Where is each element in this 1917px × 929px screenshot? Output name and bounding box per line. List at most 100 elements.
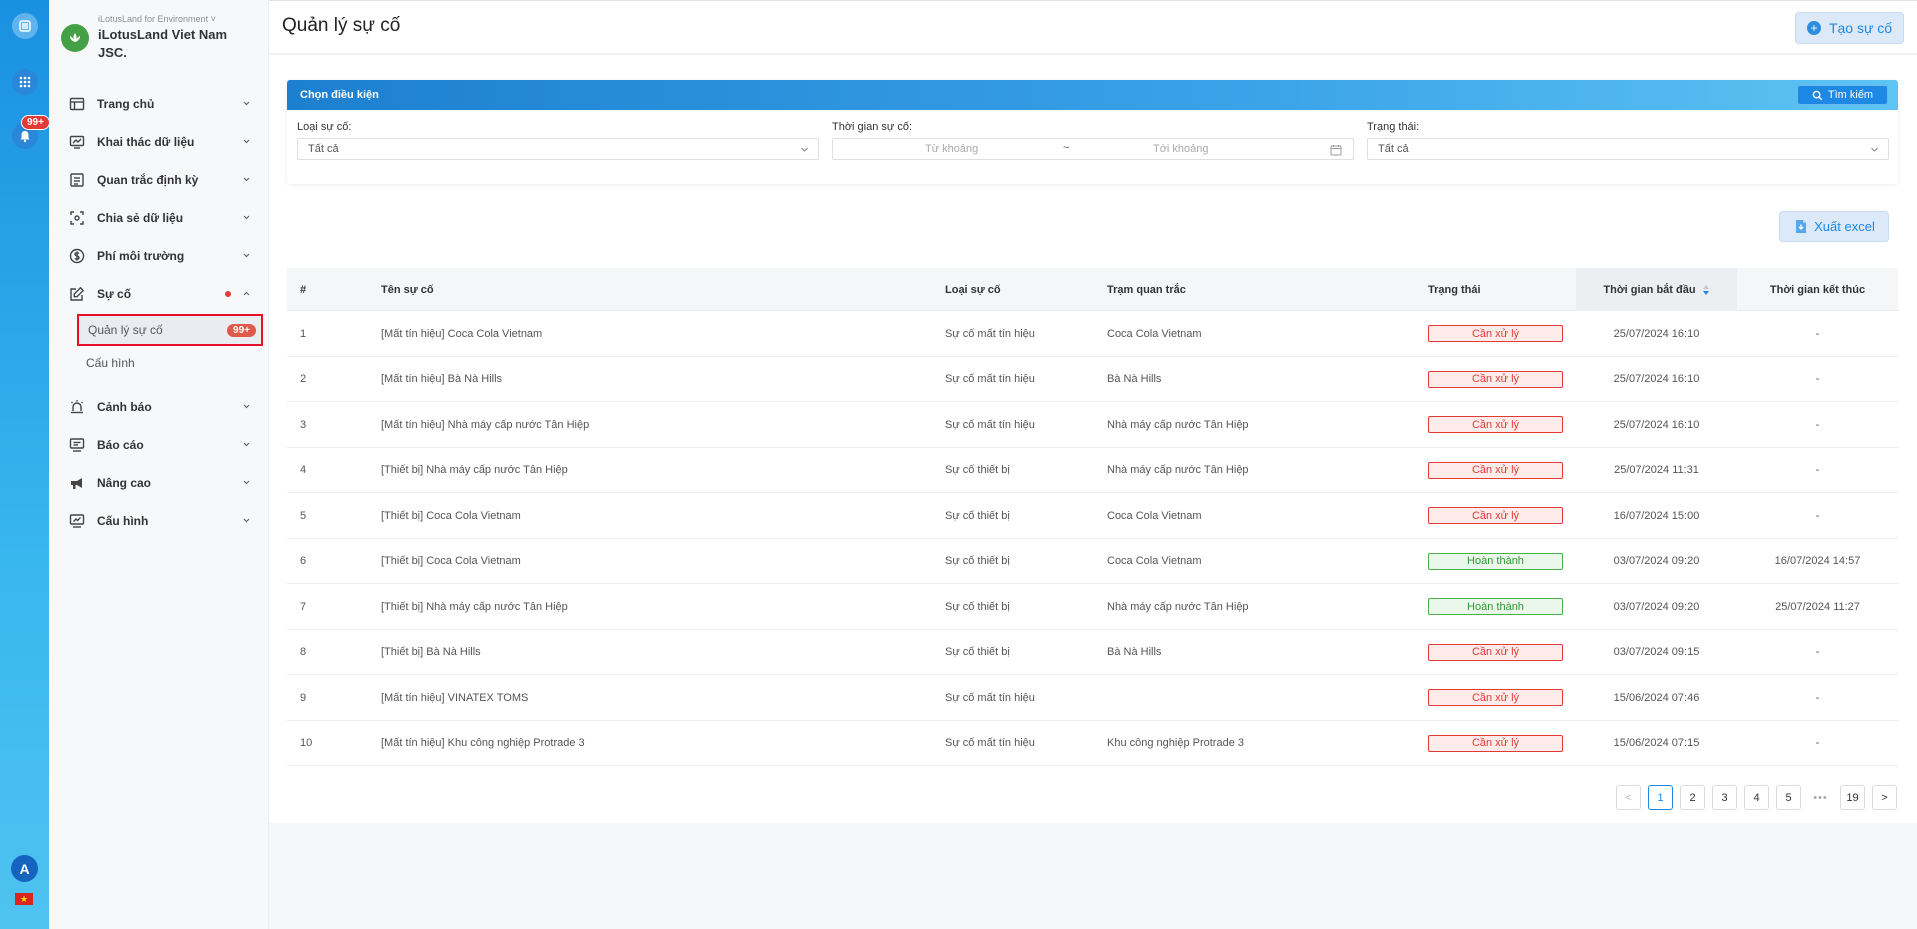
cell-incident-name: [Mất tín hiệu] Coca Cola Vietnam (381, 327, 543, 340)
cell-status: Cần xử lý (1428, 448, 1563, 493)
chevron-up-icon (243, 291, 250, 296)
next-page-button[interactable]: > (1872, 785, 1897, 810)
column-header-end-time: Thời gian kết thúc (1769, 283, 1866, 296)
status-badge: Hoàn thành (1428, 552, 1563, 570)
cell-incident-type: Sự cố mất tín hiệu (945, 418, 1035, 431)
user-avatar[interactable]: A (11, 855, 38, 882)
export-excel-button[interactable]: Xuất excel (1779, 211, 1889, 242)
status-badge: Cần xử lý (1428, 370, 1563, 388)
chevron-down-icon (243, 101, 250, 106)
page-button-last[interactable]: 19 (1840, 785, 1865, 810)
cell-incident-type: Sự cố thiết bị (945, 509, 1010, 522)
cell-incident-type: Sự cố thiết bị (945, 464, 1010, 476)
create-incident-label: Tạo sự cố (1828, 20, 1893, 36)
chevron-down-icon (243, 177, 250, 182)
column-header-index: # (300, 283, 307, 296)
status-badge: Cần xử lý (1428, 461, 1563, 479)
nav-item-label: Trang chủ (97, 97, 155, 111)
cell-station: Coca Cola Vietnam (1107, 327, 1202, 340)
nav-item-data-sharing[interactable]: Chia sẻ dữ liệu (49, 200, 269, 236)
nav-item-label: Khai thác dữ liệu (97, 135, 195, 149)
prev-page-button[interactable]: < (1616, 785, 1641, 810)
chevron-down-icon (243, 518, 250, 523)
chevron-down-icon (243, 139, 250, 144)
cell-start-time: 25/07/2024 16:10 (1613, 373, 1700, 385)
org-subtitle: iLotusLand for Environment ˅ (98, 14, 216, 24)
status-filter-label: Trạng thái: (1367, 121, 1420, 133)
sub-item-incident-config[interactable]: Cấu hình (77, 347, 263, 379)
table-row[interactable]: 4 [Thiết bị] Nhà máy cấp nước Tân Hiệp Sự … (287, 448, 1898, 493)
main-content: Quản lý sự cố + Tạo sự cố Chọn điều kiện… (269, 0, 1917, 929)
nav-item-settings[interactable]: Cấu hình (49, 503, 269, 539)
cell-status: Cần xử lý (1428, 721, 1563, 766)
nav-item-environment-fee[interactable]: Phí môi trường (49, 238, 269, 274)
cell-incident-type: Sự cố mất tín hiệu (945, 737, 1035, 749)
table-row[interactable]: 6 [Thiết bị] Coca Cola Vietnam Sự cố thiết… (287, 539, 1898, 584)
apps-grid-icon[interactable] (12, 69, 38, 95)
cell-end-time: - (1815, 509, 1820, 522)
edit-square-icon (68, 285, 86, 303)
status-badge: Cần xử lý (1428, 734, 1563, 752)
cell-index: 10 (300, 737, 313, 749)
cell-incident-name: [Thiết bị] Coca Cola Vietnam (381, 555, 521, 567)
create-incident-button[interactable]: + Tạo sự cố (1795, 12, 1904, 44)
vietnam-flag-icon[interactable]: ★ (15, 893, 33, 905)
page-button-5[interactable]: 5 (1776, 785, 1801, 810)
status-badge: Cần xử lý (1428, 325, 1563, 342)
cell-status: Cần xử lý (1428, 630, 1563, 675)
column-header-start-time[interactable]: Thời gian bắt đầu (1576, 268, 1737, 311)
cell-end-time: - (1815, 418, 1820, 431)
settings-monitor-icon (68, 512, 86, 530)
table-row[interactable]: 8 [Thiết bị] Bà Nà Hills Sự cố thiết bị Bà … (287, 630, 1898, 675)
search-button[interactable]: Tìm kiếm (1797, 85, 1888, 105)
document-list-icon (68, 171, 86, 189)
nav-item-home[interactable]: Trang chủ (49, 86, 269, 122)
app-logo-icon[interactable] (12, 13, 38, 39)
nav-item-alerts[interactable]: Cảnh báo (49, 389, 269, 425)
chevron-down-icon (243, 404, 250, 409)
alarm-light-icon (68, 398, 86, 416)
org-switcher[interactable]: iLotusLand for Environment ˅ iLotusLand … (61, 14, 238, 62)
nav-item-advanced[interactable]: Nâng cao (49, 465, 269, 501)
sub-item-label: Quản lý sự cố (88, 323, 163, 337)
table-row[interactable]: 9 [Mất tín hiệu] VINATEX TOMS Sự cố mất tí… (287, 675, 1898, 721)
status-badge: Cần xử lý (1428, 507, 1563, 524)
time-to-input[interactable]: Tới khoảng (1153, 143, 1209, 155)
page-button-1[interactable]: 1 (1648, 785, 1673, 810)
cell-end-time: - (1815, 737, 1820, 749)
cell-station: Bà Nà Hills (1107, 373, 1162, 385)
nav-item-incidents[interactable]: Sự cố (49, 276, 269, 312)
nav-item-data-mining[interactable]: Khai thác dữ liệu (49, 124, 269, 160)
nav-item-reports[interactable]: Báo cáo (49, 427, 269, 463)
cell-incident-name: [Thiết bị] Bà Nà Hills (381, 646, 481, 658)
incident-time-range[interactable]: Từ khoảng ~ Tới khoảng (832, 138, 1354, 160)
page-button-4[interactable]: 4 (1744, 785, 1769, 810)
cell-end-time: 16/07/2024 14:57 (1774, 555, 1861, 567)
nav-item-periodic-monitoring[interactable]: Quan trắc định kỳ (49, 162, 269, 198)
table-row[interactable]: 1 [Mất tín hiệu] Coca Cola Vietnam Sự cố m… (287, 311, 1898, 357)
dollar-coin-icon (68, 247, 86, 265)
incident-type-select[interactable]: Tất cả (297, 138, 819, 160)
table-row[interactable]: 5 [Thiết bị] Coca Cola Vietnam Sự cố thiết… (287, 493, 1898, 539)
sub-item-incident-management[interactable]: Quản lý sự cố 99+ (77, 314, 263, 346)
cell-station: Nhà máy cấp nước Tân Hiệp (1107, 464, 1249, 476)
table-row[interactable]: 7 [Thiết bị] Nhà máy cấp nước Tân Hiệp Sự … (287, 584, 1898, 630)
page-ellipsis[interactable]: ••• (1808, 785, 1833, 810)
cell-index: 9 (300, 691, 307, 704)
page-button-3[interactable]: 3 (1712, 785, 1737, 810)
page-button-2[interactable]: 2 (1680, 785, 1705, 810)
plus-icon: + (1806, 21, 1821, 35)
cell-start-time: 15/06/2024 07:15 (1613, 737, 1700, 749)
cell-incident-type: Sự cố thiết bị (945, 646, 1010, 658)
table-row[interactable]: 10 [Mất tín hiệu] Khu công nghiệp Protrad… (287, 721, 1898, 766)
table-header: # Tên sự cố Loại sự cố Trạm quan trắc Tr… (287, 268, 1898, 311)
incident-count-badge: 99+ (227, 324, 256, 337)
time-from-input[interactable]: Từ khoảng (925, 143, 978, 155)
cell-start-time: 16/07/2024 15:00 (1613, 509, 1700, 522)
table-row[interactable]: 2 [Mất tín hiệu] Bà Nà Hills Sự cố mất tín… (287, 357, 1898, 402)
monitor-chart-icon (68, 133, 86, 151)
table-row[interactable]: 3 [Mất tín hiệu] Nhà máy cấp nước Tân Hiệ… (287, 402, 1898, 448)
status-select[interactable]: Tất cả (1367, 138, 1889, 160)
cell-incident-type: Sự cố mất tín hiệu (945, 373, 1035, 385)
nav-item-label: Phí môi trường (97, 249, 185, 263)
